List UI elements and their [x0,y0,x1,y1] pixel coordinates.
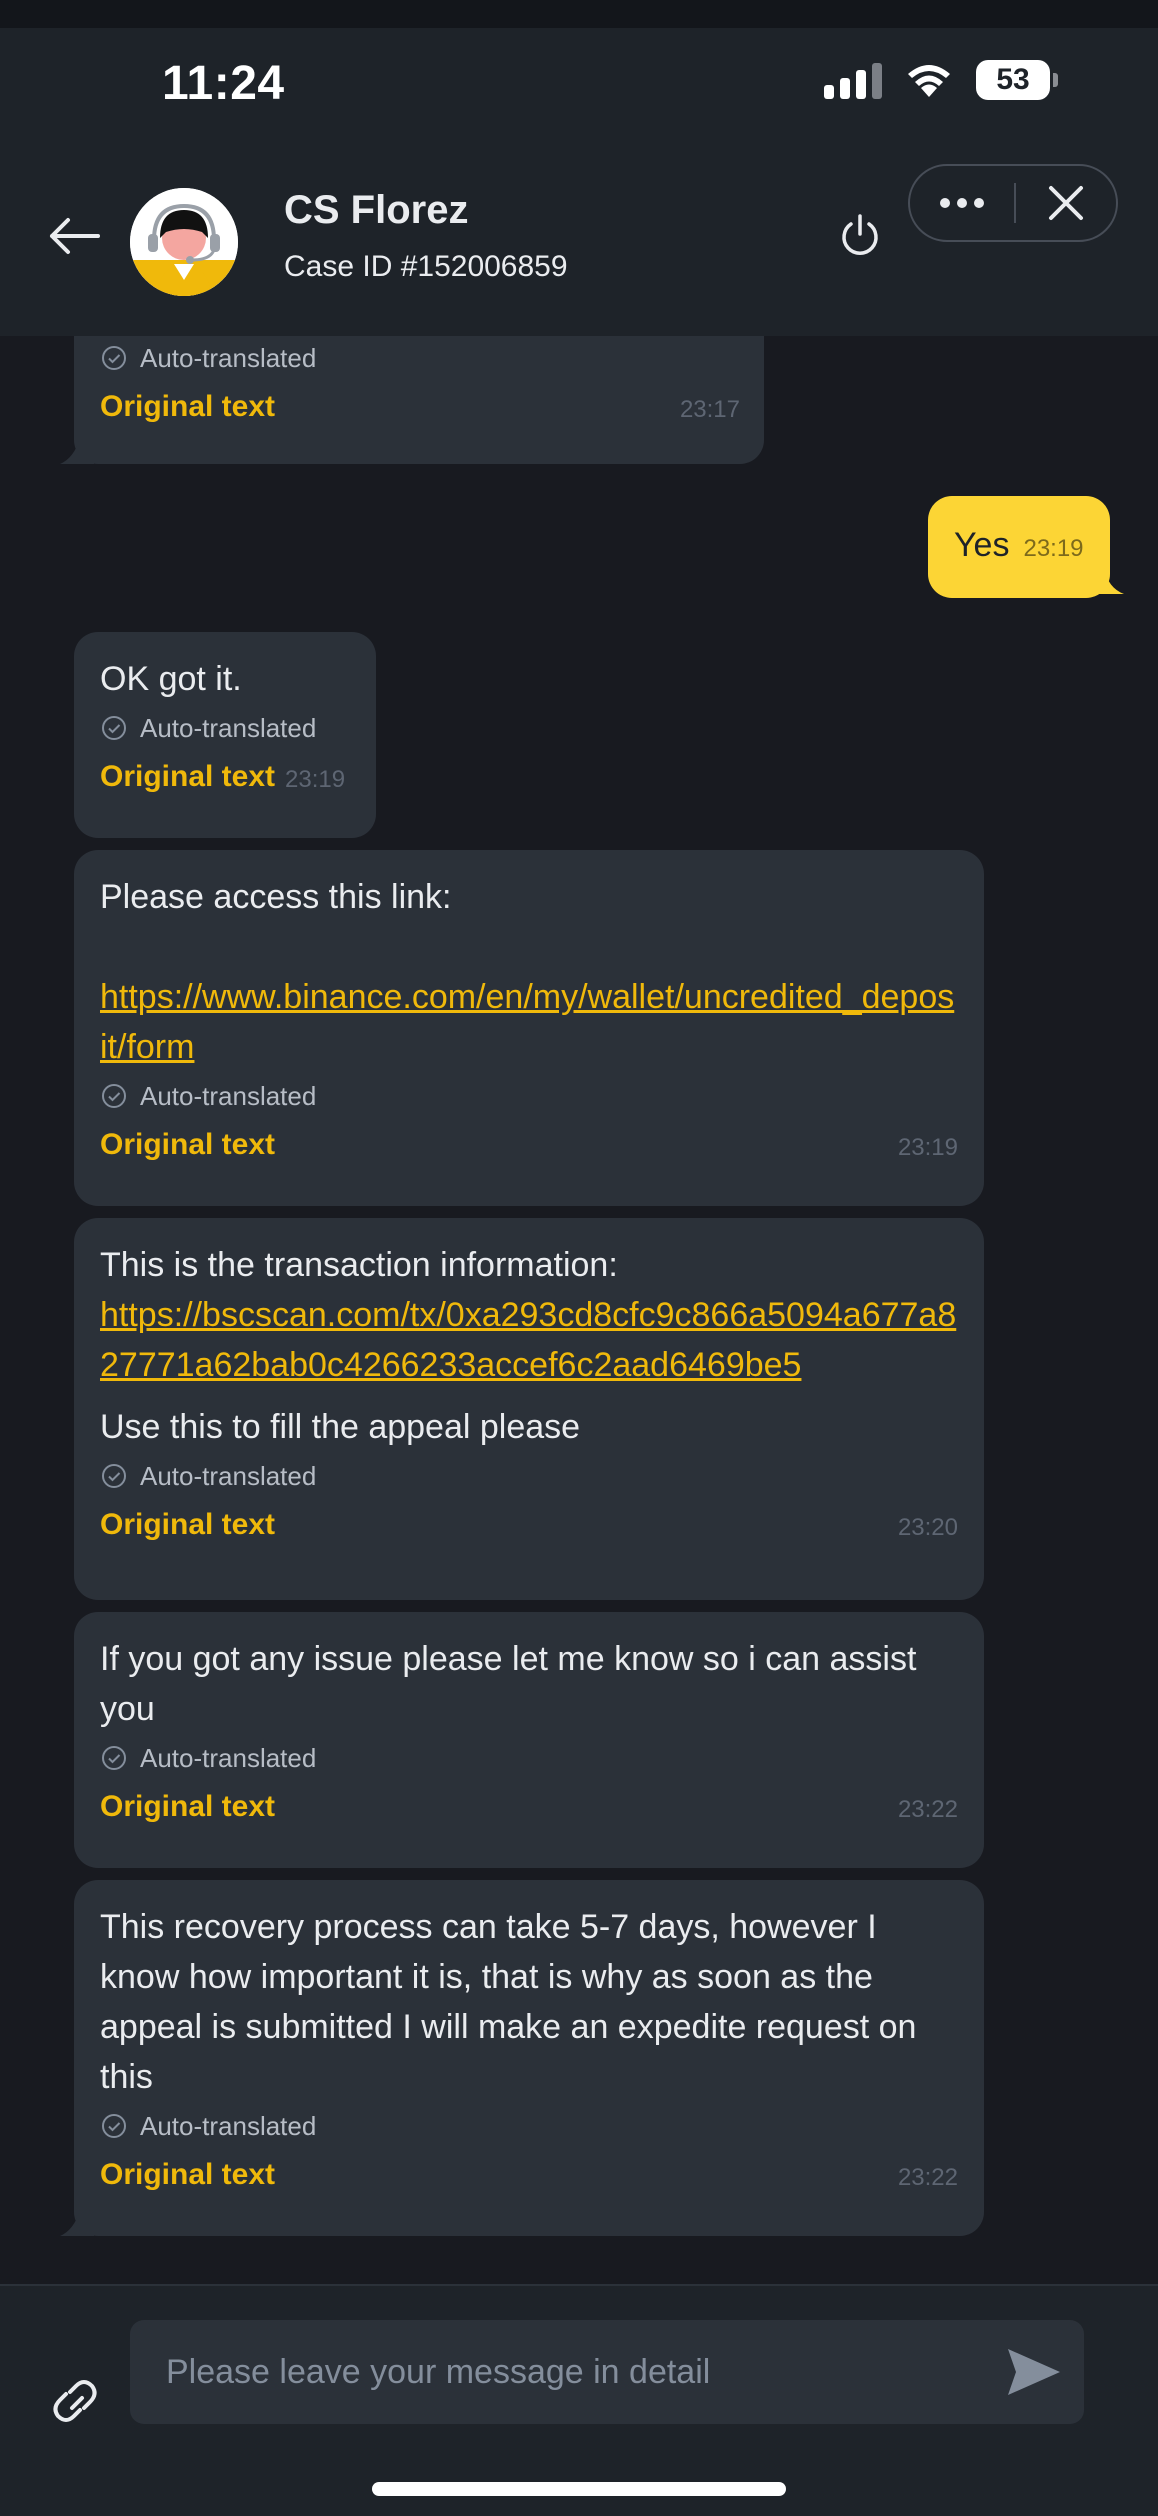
auto-translated-label: Auto-translated [140,342,317,373]
auto-translated-label: Auto-translated [140,712,317,743]
auto-translated-indicator: Auto-translated [100,710,360,746]
header-action-pill [908,164,1118,242]
send-button[interactable] [1004,2342,1064,2402]
case-id: Case ID #152006859 [284,250,568,283]
close-button[interactable] [1016,166,1116,240]
message-text: Please access this link: [100,878,452,916]
message-time: 23:17 [679,396,740,423]
auto-translated-label: Auto-translated [140,1080,317,1111]
message-bubble-agent: Auto-translated Original text 23:17 [60,336,764,464]
auto-translated-indicator: Auto-translated [100,1458,958,1494]
close-icon [1049,186,1083,220]
original-text-link[interactable]: Original text [100,1508,275,1542]
chat-header: 11:24 53 CS Florez Case ID #152006859 [0,0,1158,336]
message-time: 23:22 [897,1796,958,1823]
auto-translated-label: Auto-translated [140,1460,317,1491]
original-text-link[interactable]: Original text [100,760,275,794]
back-button[interactable] [44,208,104,264]
battery-icon: 53 [976,60,1058,100]
message-bubble-user: Yes 23:19 [928,496,1124,598]
battery-level: 53 [996,63,1030,96]
check-circle-icon [102,1746,126,1770]
message-input[interactable] [130,2320,990,2424]
message-time: 23:19 [1023,535,1084,562]
more-icon [940,198,984,208]
auto-translated-label: Auto-translated [140,1742,317,1773]
home-indicator [372,2482,786,2496]
message-time: 23:19 [285,766,346,793]
message-text: Yes [954,526,1010,564]
agent-name: CS Florez [284,188,469,232]
chat-screen: Auto-translated Original text 23:17 Yes … [0,0,1158,2516]
link-icon [53,2380,97,2422]
message-time: 23:22 [897,2164,958,2191]
back-arrow-icon [50,218,100,254]
signal-icon [824,61,882,99]
auto-translated-indicator: Auto-translated [100,340,740,376]
original-text-link[interactable]: Original text [100,1128,275,1162]
status-icons: 53 [824,60,1058,100]
agent-avatar [130,188,238,296]
original-text-link[interactable]: Original text [100,1790,275,1824]
bubble-tail [1089,568,1124,594]
message-bubble-agent: If you got any issue please let me know … [74,1612,984,1868]
auto-translated-indicator: Auto-translated [100,1740,958,1776]
message-link[interactable]: https://www.binance.com/en/my/wallet/unc… [100,972,958,1072]
message-time: 23:19 [897,1134,958,1161]
attach-button[interactable] [40,2366,110,2436]
status-time: 11:24 [162,57,285,110]
message-bubble-agent: This recovery process can take 5-7 days,… [60,1880,984,2236]
message-bubble-agent: This is the transaction information: htt… [74,1218,984,1600]
send-icon [1008,2349,1060,2395]
message-input-container [130,2320,1084,2424]
bubble-tail [60,438,94,464]
check-circle-icon [102,2114,126,2138]
more-button[interactable] [910,166,1014,240]
message-text: This recovery process can take 5-7 days,… [100,1908,917,2096]
auto-translated-indicator: Auto-translated [100,2108,958,2144]
check-circle-icon [102,346,126,370]
message-text: Use this to fill the appeal please [100,1408,581,1446]
message-bubble-agent: Please access this link: https://www.bin… [74,850,984,1206]
chat-scroll-area[interactable]: Auto-translated Original text 23:17 Yes … [0,336,1158,2284]
check-circle-icon [102,1464,126,1488]
power-icon [842,214,878,255]
check-circle-icon [102,1084,126,1108]
check-circle-icon [102,716,126,740]
message-text: This is the transaction information: [100,1246,618,1284]
message-bubble-agent: OK got it. Auto-translated Original text… [74,632,376,838]
bubble-tail [60,2210,94,2236]
original-text-link[interactable]: Original text [100,2158,275,2192]
status-bar-edge [0,0,1158,28]
message-text: If you got any issue please let me know … [100,1640,917,1728]
message-text: OK got it. [100,660,242,698]
auto-translated-indicator: Auto-translated [100,1078,958,1114]
end-chat-button[interactable] [832,208,888,264]
auto-translated-label: Auto-translated [140,2110,317,2141]
original-text-link[interactable]: Original text [100,390,275,424]
message-time: 23:20 [897,1514,958,1541]
message-link[interactable]: https://bscscan.com/tx/0xa293cd8cfc9c866… [100,1290,958,1390]
wifi-icon [904,61,954,99]
